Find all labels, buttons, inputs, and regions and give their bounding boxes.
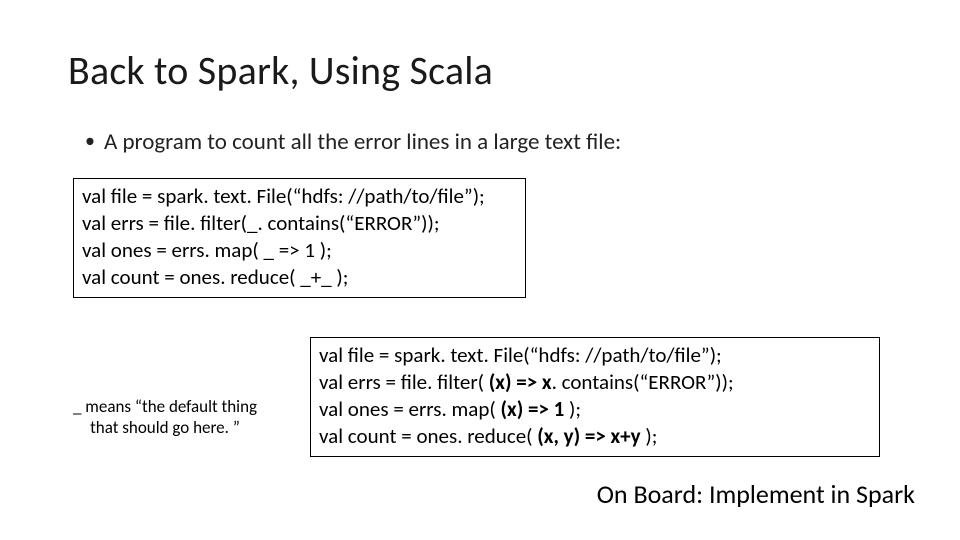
code-highlight: (x) => x bbox=[489, 369, 552, 395]
code-line: val ones = errs. map( _ => 1 ); bbox=[82, 237, 517, 264]
bullet-dot-icon: • bbox=[85, 129, 95, 153]
note-line: that should go here. ” bbox=[55, 417, 275, 438]
code-line: val ones = errs. map( (x) => 1 ); bbox=[319, 396, 871, 423]
code-line: val errs = file. filter( (x) => x. conta… bbox=[319, 369, 871, 396]
code-highlight: (x) => 1 bbox=[501, 396, 565, 422]
bullet-text: A program to count all the error lines i… bbox=[104, 128, 621, 156]
bullet-item: • A program to count all the error lines… bbox=[85, 128, 621, 156]
code-text: ); bbox=[641, 423, 658, 449]
code-line: val count = ones. reduce( _+_ ); bbox=[82, 264, 517, 291]
code-highlight: (x, y) => x+y bbox=[537, 423, 640, 449]
code-text: ); bbox=[564, 396, 581, 422]
code-line: val file = spark. text. File(“hdfs: //pa… bbox=[82, 183, 517, 210]
code-text: val errs = file. filter( bbox=[319, 369, 489, 395]
code-line: val file = spark. text. File(“hdfs: //pa… bbox=[319, 342, 871, 369]
note-line: _ means “the default thing bbox=[55, 396, 275, 417]
code-block-1: val file = spark. text. File(“hdfs: //pa… bbox=[73, 178, 526, 298]
footer-note: On Board: Implement in Spark bbox=[597, 478, 915, 510]
code-line: val count = ones. reduce( (x, y) => x+y … bbox=[319, 423, 871, 450]
underscore-note: _ means “the default thing that should g… bbox=[55, 396, 275, 439]
code-text: . contains(“ERROR”)); bbox=[552, 369, 734, 395]
code-text: val file = spark. text. File(“hdfs: //pa… bbox=[319, 342, 722, 368]
code-block-2: val file = spark. text. File(“hdfs: //pa… bbox=[310, 337, 880, 457]
slide: Back to Spark, Using Scala • A program t… bbox=[0, 0, 960, 540]
code-line: val errs = file. filter(_. contains(“ERR… bbox=[82, 210, 517, 237]
code-text: val ones = errs. map( bbox=[319, 396, 501, 422]
code-text: val count = ones. reduce( bbox=[319, 423, 537, 449]
slide-title: Back to Spark, Using Scala bbox=[68, 46, 493, 95]
